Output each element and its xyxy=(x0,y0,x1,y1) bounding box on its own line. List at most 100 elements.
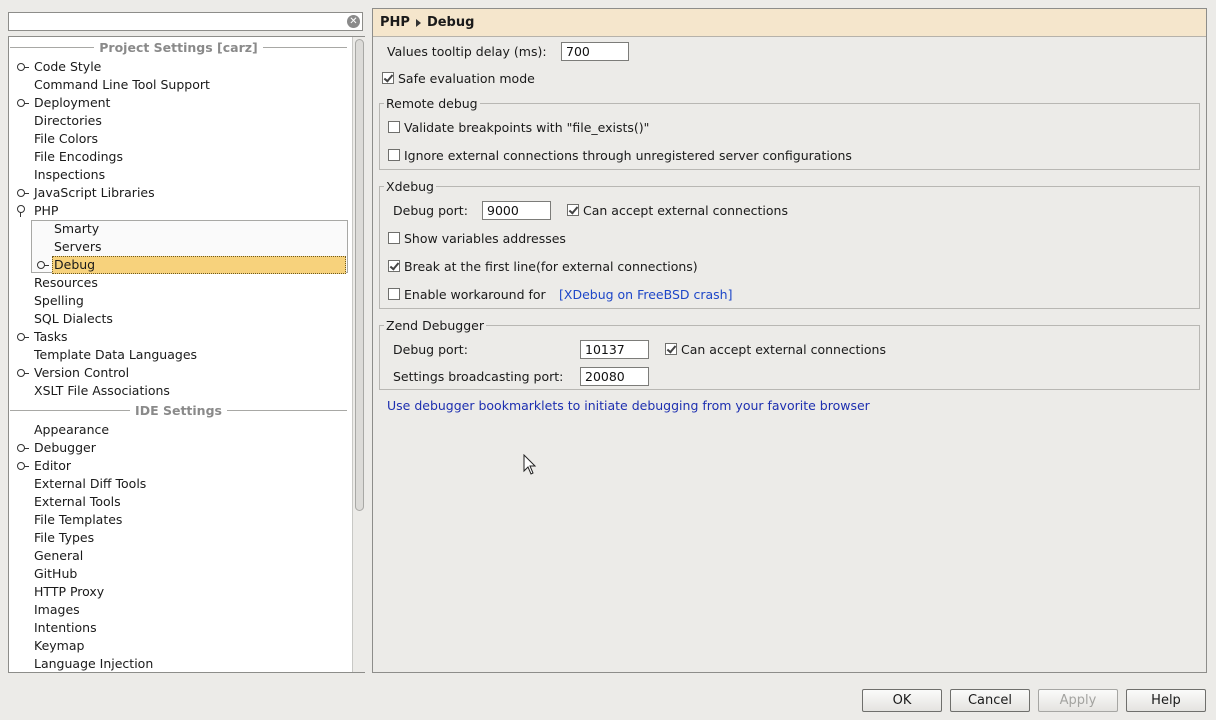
tree-item-xslt-file-associations[interactable]: XSLT File Associations xyxy=(10,382,347,400)
tree-item-intentions[interactable]: Intentions xyxy=(10,619,347,637)
zend-accept-external-checkbox[interactable] xyxy=(665,343,677,355)
ok-button[interactable]: OK xyxy=(862,689,942,712)
collapsed-node-icon[interactable] xyxy=(17,369,29,377)
tree-item-label: General xyxy=(34,548,84,563)
broadcast-port-input[interactable]: 20080 xyxy=(580,367,649,386)
tree-item-debug[interactable]: Debug xyxy=(10,256,347,274)
settings-search-input[interactable]: ✕ xyxy=(8,12,363,31)
tree-item-debugger[interactable]: Debugger xyxy=(10,439,347,457)
tree-item-php[interactable]: PHP xyxy=(10,202,347,220)
freebsd-workaround-checkbox[interactable] xyxy=(388,288,400,300)
tree-item-label: Intentions xyxy=(34,620,97,635)
safe-eval-checkbox[interactable] xyxy=(382,72,394,84)
remote-debug-title: Remote debug xyxy=(384,96,480,111)
bookmarklets-link[interactable]: Use debugger bookmarklets to initiate de… xyxy=(387,398,870,413)
collapsed-node-icon[interactable] xyxy=(17,63,29,71)
tree-item-label: Deployment xyxy=(34,95,111,110)
tree-item-smarty[interactable]: Smarty xyxy=(10,220,347,238)
tree-item-label: Appearance xyxy=(34,422,110,437)
breadcrumb: PHP Debug xyxy=(373,9,1206,37)
expanded-node-icon[interactable] xyxy=(17,205,25,217)
tree-item-file-encodings[interactable]: File Encodings xyxy=(10,148,347,166)
tree-item-language-injection[interactable]: Language Injection xyxy=(10,655,347,673)
tree-item-label: XSLT File Associations xyxy=(34,383,170,398)
xdebug-title: Xdebug xyxy=(384,179,436,194)
tree-item-inspections[interactable]: Inspections xyxy=(10,166,347,184)
tooltip-delay-input[interactable]: 700 xyxy=(561,42,629,61)
zend-port-label: Debug port: xyxy=(393,342,468,357)
tree-item-file-templates[interactable]: File Templates xyxy=(10,511,347,529)
tree-item-template-data-languages[interactable]: Template Data Languages xyxy=(10,346,347,364)
show-variables-checkbox[interactable] xyxy=(388,232,400,244)
break-first-line-label: Break at the first line(for external con… xyxy=(404,259,698,274)
tree-item-label: Images xyxy=(34,602,80,617)
zend-accept-external-label: Can accept external connections xyxy=(681,342,886,357)
ide-settings-header: IDE Settings xyxy=(10,401,348,419)
tree-item-github[interactable]: GitHub xyxy=(10,565,347,583)
breadcrumb-arrow-icon xyxy=(415,18,421,27)
validate-breakpoints-checkbox[interactable] xyxy=(388,121,400,133)
collapsed-node-icon[interactable] xyxy=(17,99,29,107)
collapsed-node-icon[interactable] xyxy=(17,333,29,341)
tree-item-label: File Encodings xyxy=(34,149,124,164)
tree-item-general[interactable]: General xyxy=(10,547,347,565)
tree-item-code-style[interactable]: Code Style xyxy=(10,58,347,76)
collapsed-node-icon[interactable] xyxy=(17,189,29,197)
tree-item-label: PHP xyxy=(34,203,59,218)
safe-eval-label: Safe evaluation mode xyxy=(398,71,535,86)
tree-scrollbar[interactable] xyxy=(352,37,365,672)
cancel-button[interactable]: Cancel xyxy=(950,689,1030,712)
tree-item-editor[interactable]: Editor xyxy=(10,457,347,475)
zend-debugger-title: Zend Debugger xyxy=(384,318,486,333)
ignore-external-checkbox[interactable] xyxy=(388,149,400,161)
collapsed-node-icon[interactable] xyxy=(17,444,29,452)
tree-item-label: Keymap xyxy=(34,638,85,653)
tree-item-label: Language Injection xyxy=(34,656,154,671)
xdebug-accept-external-checkbox[interactable] xyxy=(567,204,579,216)
tree-item-servers[interactable]: Servers xyxy=(10,238,347,256)
tree-scrollbar-thumb[interactable] xyxy=(355,39,364,511)
clear-icon[interactable]: ✕ xyxy=(347,15,360,28)
tree-item-deployment[interactable]: Deployment xyxy=(10,94,347,112)
tree-item-tasks[interactable]: Tasks xyxy=(10,328,347,346)
tree-item-file-colors[interactable]: File Colors xyxy=(10,130,347,148)
tree-item-spelling[interactable]: Spelling xyxy=(10,292,347,310)
tree-item-label: Smarty xyxy=(54,221,100,236)
freebsd-crash-link[interactable]: [XDebug on FreeBSD crash] xyxy=(559,287,732,302)
validate-breakpoints-label: Validate breakpoints with "file_exists()… xyxy=(404,120,650,135)
tooltip-delay-label: Values tooltip delay (ms): xyxy=(387,44,547,59)
tree-item-label: Directories xyxy=(34,113,102,128)
tree-item-label: Spelling xyxy=(34,293,84,308)
tree-item-file-types[interactable]: File Types xyxy=(10,529,347,547)
tree-item-label: File Colors xyxy=(34,131,99,146)
tree-item-javascript-libraries[interactable]: JavaScript Libraries xyxy=(10,184,347,202)
collapsed-node-icon[interactable] xyxy=(17,462,29,470)
apply-button[interactable]: Apply xyxy=(1038,689,1118,712)
tree-item-label: Servers xyxy=(54,239,102,254)
tree-item-label: File Templates xyxy=(34,512,123,527)
tree-item-external-diff-tools[interactable]: External Diff Tools xyxy=(10,475,347,493)
tree-item-label: JavaScript Libraries xyxy=(34,185,155,200)
mouse-cursor-icon xyxy=(523,454,537,475)
tree-item-keymap[interactable]: Keymap xyxy=(10,637,347,655)
tree-item-label: GitHub xyxy=(34,566,78,581)
tree-item-label: HTTP Proxy xyxy=(34,584,105,599)
tree-item-directories[interactable]: Directories xyxy=(10,112,347,130)
break-first-line-checkbox[interactable] xyxy=(388,260,400,272)
broadcast-port-label: Settings broadcasting port: xyxy=(393,369,564,384)
ignore-external-label: Ignore external connections through unre… xyxy=(404,148,852,163)
collapsed-node-icon[interactable] xyxy=(37,261,49,269)
xdebug-port-input[interactable]: 9000 xyxy=(482,201,551,220)
tree-item-version-control[interactable]: Version Control xyxy=(10,364,347,382)
tree-item-label: External Diff Tools xyxy=(34,476,147,491)
tree-item-resources[interactable]: Resources xyxy=(10,274,347,292)
tree-item-sql-dialects[interactable]: SQL Dialects xyxy=(10,310,347,328)
help-button[interactable]: Help xyxy=(1126,689,1206,712)
tree-item-command-line-tool-support[interactable]: Command Line Tool Support xyxy=(10,76,347,94)
zend-port-input[interactable]: 10137 xyxy=(580,340,649,359)
tree-item-images[interactable]: Images xyxy=(10,601,347,619)
tree-item-http-proxy[interactable]: HTTP Proxy xyxy=(10,583,347,601)
tree-item-appearance[interactable]: Appearance xyxy=(10,421,347,439)
tree-item-label: Version Control xyxy=(34,365,130,380)
tree-item-external-tools[interactable]: External Tools xyxy=(10,493,347,511)
